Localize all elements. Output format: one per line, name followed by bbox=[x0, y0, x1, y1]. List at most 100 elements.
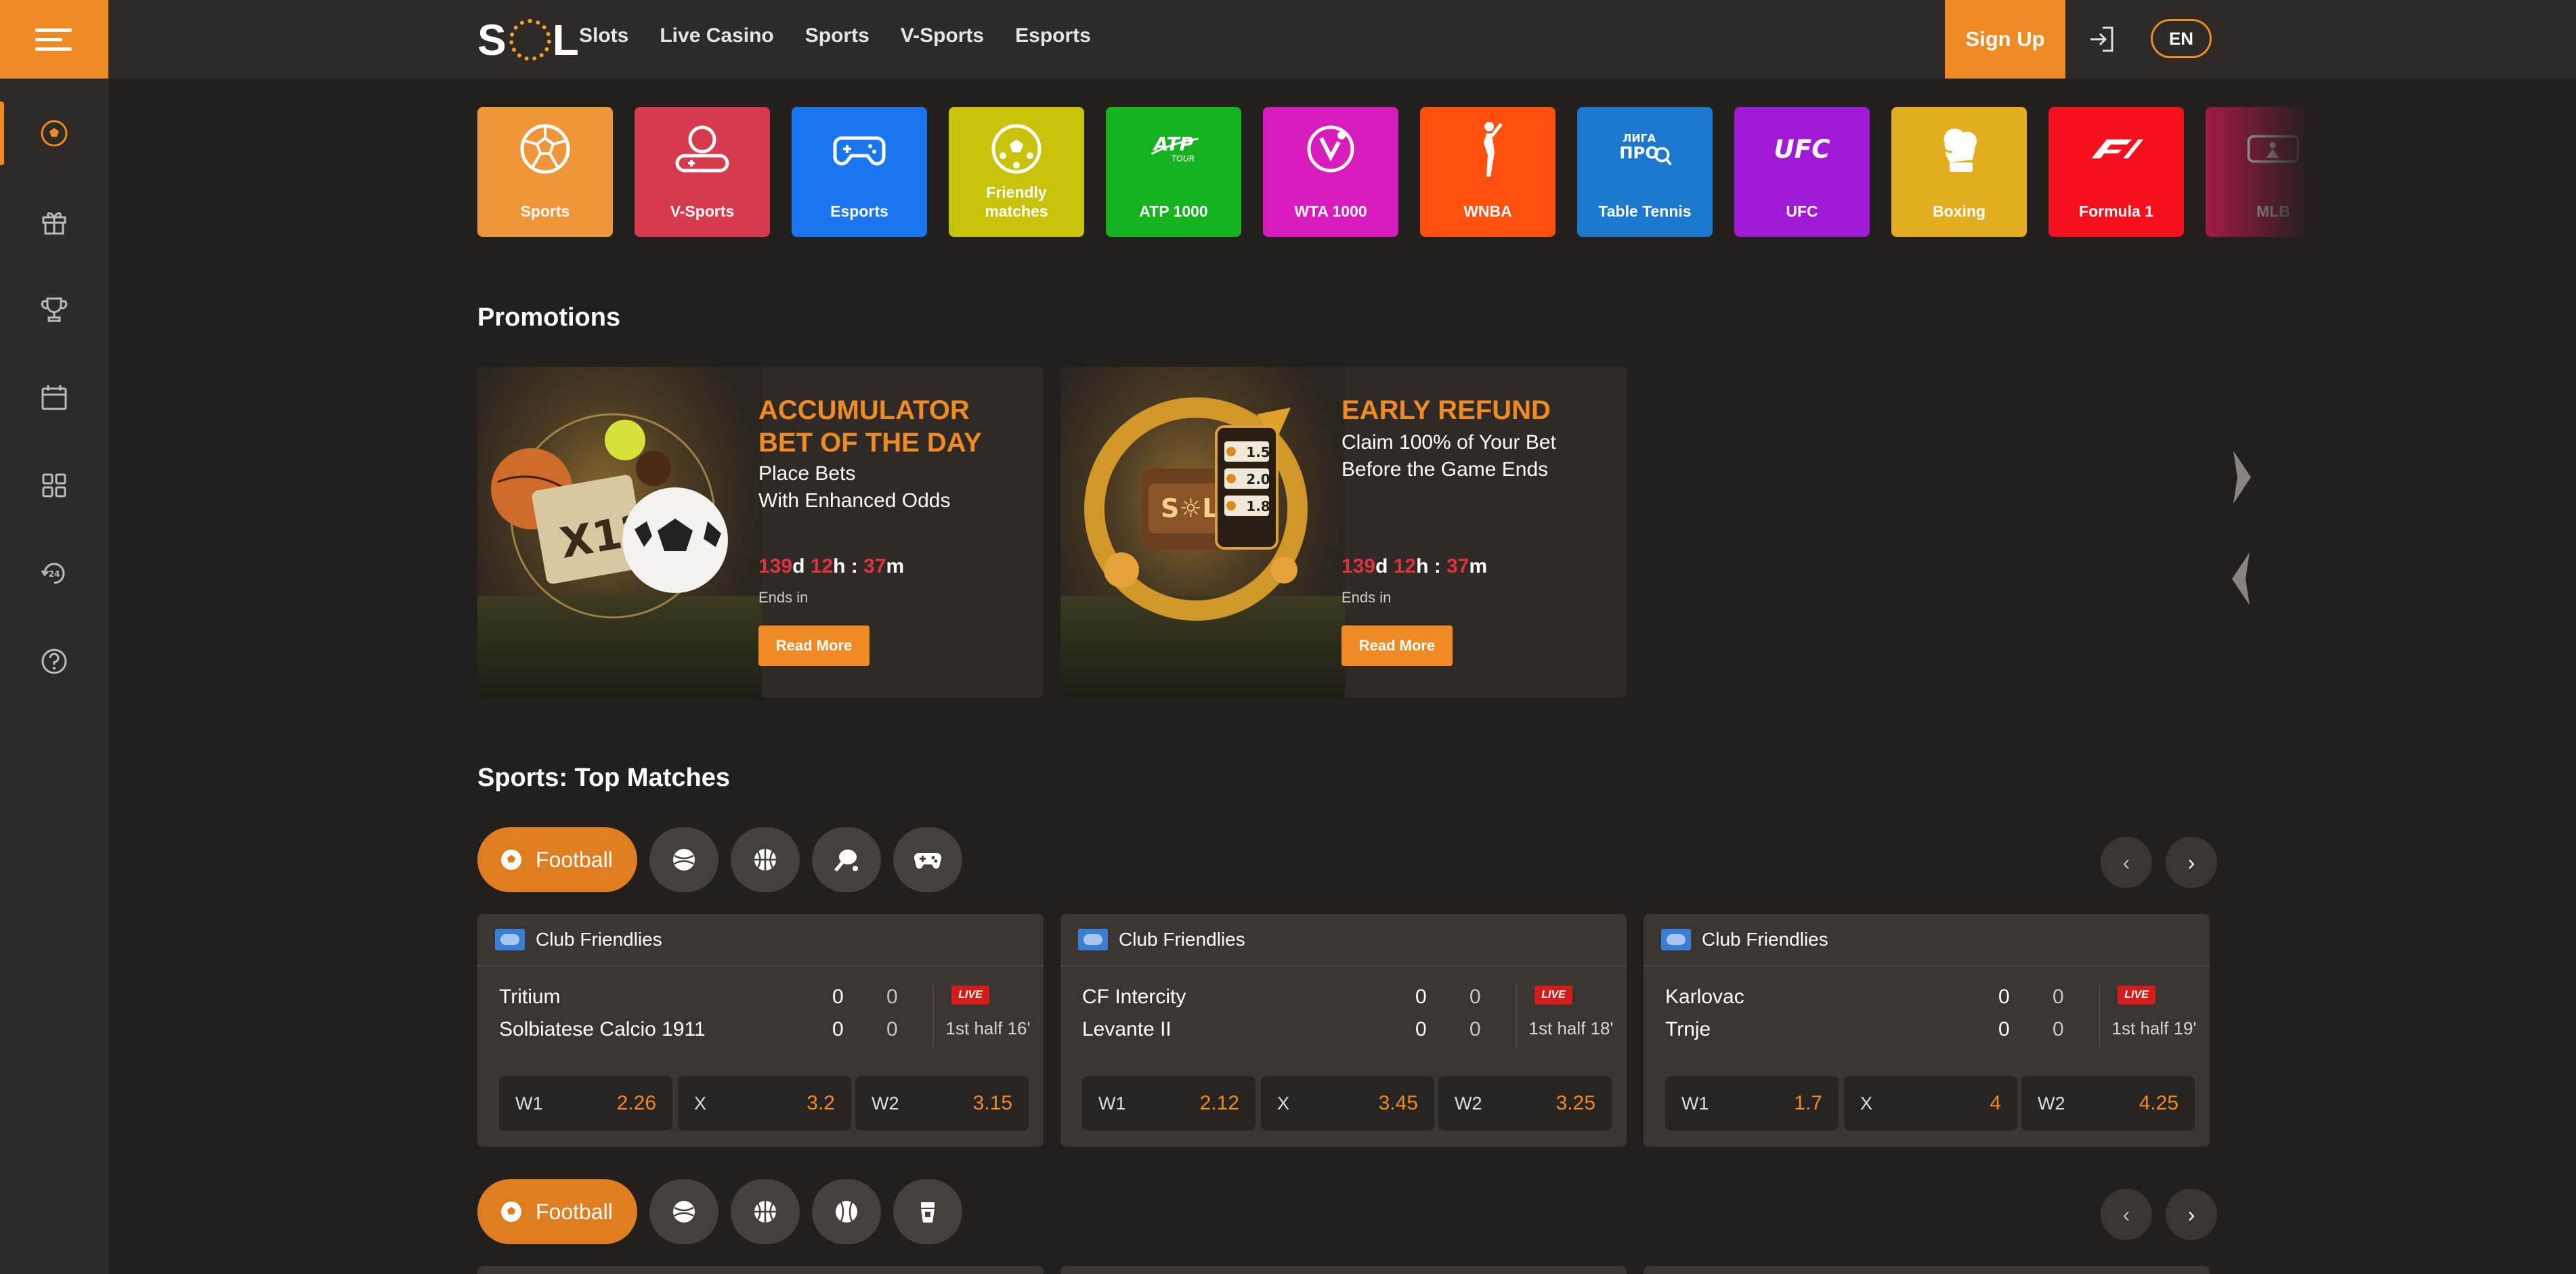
ufc-icon: UFC bbox=[1774, 134, 1830, 164]
promo-desc-line2: With Enhanced Odds bbox=[758, 489, 951, 512]
league-name: Club Friendlies bbox=[1702, 929, 1828, 950]
promo-card-accumulator[interactable]: X12 ACCUMULATOR BET OF THE DAY Place Bet… bbox=[477, 367, 1044, 697]
sidebar-item-sports[interactable] bbox=[0, 89, 108, 177]
world-flag-icon bbox=[1078, 929, 1108, 950]
promo-next-chevron-icon[interactable] bbox=[2228, 447, 2255, 508]
score-home-period: 0 bbox=[1469, 986, 1481, 1008]
promo-image: X12 bbox=[477, 367, 762, 697]
read-more-button[interactable]: Read More bbox=[758, 625, 870, 666]
nav-esports[interactable]: Esports bbox=[1015, 24, 1091, 47]
tile-label: Formula 1 bbox=[2079, 202, 2153, 220]
category-tile-esports[interactable]: Esports bbox=[792, 107, 927, 237]
odd-x-button[interactable]: X 3.2 bbox=[678, 1076, 851, 1130]
tab-football[interactable]: Football bbox=[477, 827, 637, 892]
tab-baseball[interactable] bbox=[649, 1179, 718, 1244]
sidebar-item-support[interactable]: 24 bbox=[0, 529, 108, 617]
match-card[interactable]: Club Friendlies Karlovac Trnje 0 0 0 0 L… bbox=[1644, 914, 2210, 1147]
matches-next-button[interactable]: › bbox=[2166, 837, 2217, 888]
read-more-button[interactable]: Read More bbox=[1341, 625, 1453, 666]
odd-w1-button[interactable]: W1 1.7 bbox=[1665, 1076, 1839, 1130]
sol-logo[interactable]: SL bbox=[477, 15, 580, 65]
category-tile-mlb[interactable]: MLB bbox=[2206, 107, 2306, 237]
sidebar-item-help[interactable] bbox=[0, 617, 108, 705]
promo-image: S☼L 1.5 2.0 1.8 bbox=[1060, 367, 1345, 697]
match-card[interactable]: Club Friendlies CF Intercity Levante II … bbox=[1060, 914, 1627, 1147]
main-nav: Slots Live Casino Sports V-Sports Esport… bbox=[579, 24, 1091, 47]
tab-baseball[interactable] bbox=[649, 827, 718, 892]
refund-illustration: S☼L 1.5 2.0 1.8 bbox=[1084, 397, 1308, 621]
live-badge: LIVE bbox=[2118, 986, 2155, 1005]
promo-desc-line1: Place Bets bbox=[758, 462, 856, 485]
category-tile-atp-1000[interactable]: ATP TOUR ATP 1000 bbox=[1106, 107, 1241, 237]
match-card-partial bbox=[477, 1266, 1044, 1274]
svg-text:S☼L: S☼L bbox=[1161, 493, 1219, 523]
tile-label: ATP 1000 bbox=[1139, 202, 1208, 220]
sidebar-item-calendar[interactable] bbox=[0, 353, 108, 441]
football-icon bbox=[41, 120, 68, 147]
mlb-icon bbox=[2247, 135, 2300, 163]
language-selector[interactable]: EN bbox=[2151, 19, 2212, 58]
category-tile-table-tennis[interactable]: ЛИГА ПРО Table Tennis bbox=[1577, 107, 1713, 237]
odd-x-button[interactable]: X 3.45 bbox=[1261, 1076, 1434, 1130]
tab-basketball[interactable] bbox=[731, 827, 800, 892]
sidebar-item-tournaments[interactable] bbox=[0, 265, 108, 353]
gamepad-icon bbox=[914, 852, 942, 869]
matches-prev-button[interactable]: ‹ bbox=[2101, 837, 2152, 888]
tab-basketball[interactable] bbox=[731, 1179, 800, 1244]
sign-up-button[interactable]: Sign Up bbox=[1945, 0, 2065, 79]
score-away-total: 0 bbox=[1415, 1018, 1427, 1040]
category-tile-wta-1000[interactable]: WTA 1000 bbox=[1263, 107, 1398, 237]
sports-balls-illustration: X12 bbox=[491, 413, 728, 619]
odd-x-button[interactable]: X4 bbox=[1844, 1076, 2017, 1130]
svg-text:1.5: 1.5 bbox=[1246, 444, 1270, 460]
tab-esports[interactable] bbox=[893, 827, 962, 892]
category-tile-v-sports[interactable]: V-Sports bbox=[635, 107, 770, 237]
sidebar-item-promotions[interactable] bbox=[0, 177, 108, 265]
matches-prev-button-2[interactable]: ‹ bbox=[2101, 1189, 2152, 1240]
category-tile-ufc[interactable]: UFC UFC bbox=[1734, 107, 1870, 237]
help-icon bbox=[41, 649, 67, 674]
top-matches-title: Sports: Top Matches bbox=[477, 764, 730, 792]
tab-tennis[interactable] bbox=[812, 827, 881, 892]
baseball-icon bbox=[673, 849, 695, 871]
promo-card-early-refund[interactable]: S☼L 1.5 2.0 1.8 EARLY REFUND Claim 100% … bbox=[1060, 367, 1627, 697]
tab-baseball-ball[interactable] bbox=[812, 1179, 881, 1244]
login-button[interactable] bbox=[2083, 20, 2121, 58]
nav-sports[interactable]: Sports bbox=[805, 24, 870, 47]
tile-label: Table Tennis bbox=[1598, 202, 1692, 220]
tab-football[interactable]: Football bbox=[477, 1179, 637, 1244]
sidebar-item-games[interactable] bbox=[0, 441, 108, 529]
odd-w2-button[interactable]: W2 3.25 bbox=[1438, 1076, 1612, 1130]
grid-icon bbox=[42, 473, 66, 498]
matches-next-button-2[interactable]: › bbox=[2166, 1189, 2217, 1240]
odd-w2-button[interactable]: W2 4.25 bbox=[2021, 1076, 2195, 1130]
table-tennis-icon: ЛИГАПРО bbox=[1619, 132, 1672, 166]
nav-live-casino[interactable]: Live Casino bbox=[660, 24, 773, 47]
baseball-icon bbox=[673, 1201, 695, 1223]
football-icon bbox=[501, 1202, 521, 1222]
world-flag-icon bbox=[495, 929, 525, 950]
team-home: CF Intercity bbox=[1082, 986, 1186, 1008]
nav-slots[interactable]: Slots bbox=[579, 24, 628, 47]
odd-w2-button[interactable]: W2 3.15 bbox=[855, 1076, 1029, 1130]
nav-v-sports[interactable]: V-Sports bbox=[901, 24, 984, 47]
football-icon bbox=[501, 850, 521, 870]
odd-w1-button[interactable]: W1 2.12 bbox=[1082, 1076, 1255, 1130]
promo-title: EARLY REFUND bbox=[1341, 395, 1551, 425]
score-away-total: 0 bbox=[832, 1018, 844, 1040]
category-tile-sports[interactable]: Sports bbox=[477, 107, 613, 237]
tab-other[interactable] bbox=[893, 1179, 962, 1244]
login-icon bbox=[2090, 26, 2113, 52]
category-tile-friendly-matches[interactable]: Friendly matches bbox=[949, 107, 1084, 237]
category-tile-boxing[interactable]: Boxing bbox=[1891, 107, 2027, 237]
odd-w1-button[interactable]: W1 2.26 bbox=[499, 1076, 672, 1130]
tab-football-label: Football bbox=[536, 847, 613, 872]
team-home: Karlovac bbox=[1665, 986, 1744, 1008]
promo-prev-chevron-icon[interactable] bbox=[2228, 548, 2255, 609]
promo-ends-label: Ends in bbox=[758, 589, 809, 606]
sport-tabs-row-1: Football bbox=[477, 827, 962, 892]
category-tile-formula-1[interactable]: Formula 1 bbox=[2048, 107, 2184, 237]
category-tile-wnba[interactable]: WNBA bbox=[1420, 107, 1555, 237]
match-card[interactable]: Club Friendlies Tritium Solbiatese Calci… bbox=[477, 914, 1044, 1147]
menu-button[interactable] bbox=[0, 0, 108, 79]
